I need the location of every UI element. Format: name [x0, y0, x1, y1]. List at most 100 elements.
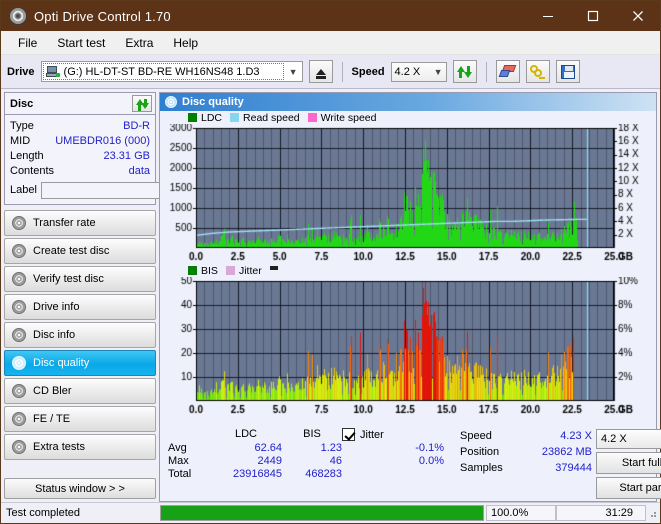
- menu-file[interactable]: File: [9, 33, 46, 53]
- computer-icon: [45, 66, 60, 77]
- stats-max-bis: 46: [329, 455, 342, 467]
- disc-panel-header: Disc: [5, 93, 155, 115]
- legend-swatch-ldc: [188, 113, 197, 122]
- menu-help[interactable]: Help: [164, 33, 207, 53]
- maximize-button[interactable]: [570, 1, 615, 31]
- resize-grip[interactable]: [646, 507, 658, 519]
- disc-icon: [12, 412, 26, 426]
- disc-row-key: Contents: [10, 164, 55, 177]
- disc-row-value: data: [128, 164, 150, 177]
- legend-label-bis: BIS: [201, 264, 218, 277]
- disc-refresh-button[interactable]: [132, 95, 152, 112]
- menu-extra[interactable]: Extra: [116, 33, 162, 53]
- legend-swatch-write-speed: [307, 113, 317, 122]
- stats-header-ldc: LDC: [234, 428, 257, 440]
- sidebar-item-label: Transfer rate: [33, 217, 96, 229]
- chevron-down-icon: ▼: [288, 66, 298, 77]
- legend-label-read-speed: Read speed: [243, 111, 300, 124]
- stats-header-bis: BIS: [303, 428, 321, 440]
- sidebar-item-disc-quality[interactable]: Disc quality: [4, 350, 156, 376]
- disc-row-mid: MID UMEBDR016 (000): [10, 133, 150, 148]
- sidebar: Disc Type BD-R MID UMEBDR016 (000) Lengt…: [1, 89, 244, 502]
- disc-panel-title: Disc: [10, 97, 34, 110]
- drive-select-value: (G:) HL-DT-ST BD-RE WH16NS48 1.D3: [63, 65, 260, 78]
- app-window: Opti Drive Control 1.70 File Start test …: [0, 0, 661, 524]
- sidebar-item-label: FE / TE: [33, 413, 71, 425]
- disc-row-value: BD-R: [123, 119, 150, 132]
- bis-chart-block: BIS Jitter: [160, 264, 656, 417]
- sidebar-item-verify-test-disc[interactable]: Verify test disc: [4, 266, 156, 292]
- drive-label: Drive: [7, 65, 35, 78]
- status-window-button[interactable]: Status window > >: [4, 478, 156, 499]
- drive-select[interactable]: (G:) HL-DT-ST BD-RE WH16NS48 1.D3 ▼: [40, 61, 303, 82]
- sidebar-item-create-test-disc[interactable]: Create test disc: [4, 238, 156, 264]
- disc-row-key: Type: [10, 119, 34, 132]
- samples-value: 379444: [555, 462, 592, 474]
- sidebar-item-label: Verify test disc: [33, 273, 104, 285]
- disc-row-value: UMEBDR016 (000): [55, 134, 150, 147]
- sidebar-item-cd-bler[interactable]: CD Bler: [4, 378, 156, 404]
- sidebar-item-label: CD Bler: [33, 385, 72, 397]
- stats-avg-bis: 1.23: [320, 442, 342, 454]
- speed-select[interactable]: 4.2 X ▼: [390, 61, 447, 82]
- jitter-checkbox[interactable]: [342, 428, 355, 441]
- status-message: Test completed: [6, 507, 80, 519]
- test-speed-select[interactable]: 4.2 X ▼: [596, 429, 661, 449]
- window-title: Opti Drive Control 1.70: [34, 8, 171, 24]
- stats-total-jitter: [366, 468, 444, 480]
- save-button[interactable]: [555, 60, 580, 83]
- charts-area: LDC Read speed Write speed BIS Jitter: [160, 111, 656, 426]
- jitter-label: Jitter: [360, 428, 384, 441]
- statistics-grid: LDC BIS Jitter Avg 62.64 1.23 -0.1% Max …: [160, 428, 460, 480]
- progress-fill: [161, 506, 483, 520]
- eject-icon: [315, 68, 326, 79]
- floppy-disk-icon: [560, 64, 575, 79]
- stats-total-bis: 468283: [305, 468, 342, 480]
- sidebar-item-fe-te[interactable]: FE / TE: [4, 406, 156, 432]
- stats-spacer-max: [342, 455, 366, 467]
- speed-key: Speed: [460, 430, 492, 442]
- sidebar-item-label: Drive info: [33, 301, 80, 313]
- disc-info-panel: Disc Type BD-R MID UMEBDR016 (000) Lengt…: [4, 92, 244, 205]
- sidebar-item-label: Disc info: [33, 329, 76, 341]
- position-value: 23862 MB: [541, 446, 592, 458]
- legend-label-write-speed: Write speed: [320, 111, 377, 124]
- tools-button[interactable]: [525, 60, 550, 83]
- sidebar-item-extra-tests[interactable]: Extra tests: [4, 434, 156, 460]
- menu-bar: File Start test Extra Help: [1, 31, 660, 55]
- refresh-icon: [135, 98, 149, 111]
- start-full-button[interactable]: Start full: [596, 452, 661, 474]
- refresh-button[interactable]: [452, 60, 477, 83]
- minimize-button[interactable]: [525, 1, 570, 31]
- close-button[interactable]: [615, 1, 660, 31]
- legend-label-ldc: LDC: [201, 111, 223, 124]
- sidebar-item-disc-info[interactable]: Disc info: [4, 322, 156, 348]
- elapsed-time: 31:29: [556, 505, 646, 521]
- legend-swatch-jitter: [225, 266, 235, 275]
- run-info-grid: Speed 4.23 X Position 23862 MB Samples 3…: [460, 428, 592, 499]
- erase-button[interactable]: [495, 60, 520, 83]
- legend-marker: [269, 266, 278, 270]
- refresh-icon: [457, 65, 473, 79]
- run-controls: 4.2 X ▼ Start full Start part: [596, 428, 661, 499]
- speed-value: 4.23 X: [560, 430, 592, 442]
- menu-start-test[interactable]: Start test: [48, 33, 114, 53]
- sidebar-item-transfer-rate[interactable]: Transfer rate: [4, 210, 156, 236]
- progress-percent: 100.0%: [486, 505, 556, 521]
- stats-spacer-total: [342, 468, 366, 480]
- window-controls: [525, 1, 660, 31]
- disc-icon: [12, 328, 26, 342]
- disc-row-value: 23.31 GB: [103, 149, 150, 162]
- start-part-button[interactable]: Start part: [596, 477, 661, 499]
- stats-corner: [168, 428, 210, 441]
- ldc-chart-legend: LDC Read speed Write speed: [160, 111, 656, 124]
- bis-plot[interactable]: [160, 277, 656, 417]
- toolbar-divider: [341, 61, 343, 82]
- sidebar-item-drive-info[interactable]: Drive info: [4, 294, 156, 320]
- eject-button[interactable]: [308, 60, 333, 83]
- stats-max-ldc: 2449: [257, 455, 282, 467]
- disc-icon: [12, 272, 26, 286]
- disc-icon: [12, 356, 26, 370]
- ldc-plot[interactable]: [160, 124, 656, 264]
